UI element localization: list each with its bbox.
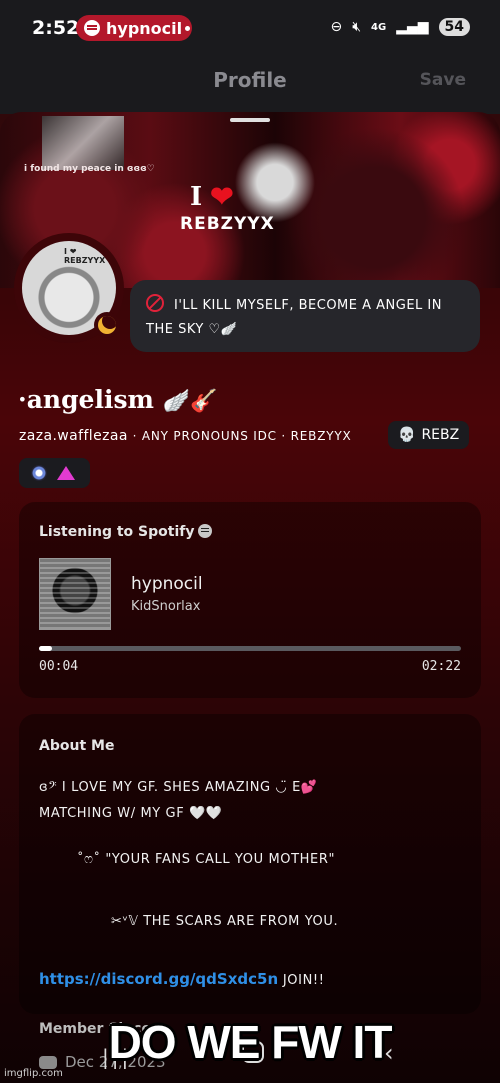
spotify-logo-icon: [198, 524, 213, 538]
about-link-line: https://discord.gg/qdSxdc5n JOIN!!: [39, 970, 325, 988]
pronouns: · ANY PRONOUNS IDC · REBZYYX: [132, 429, 352, 443]
server-tag[interactable]: 💀 REBZ: [388, 421, 470, 449]
banner-caption: i found my peace in ɞɞɞ♡: [24, 164, 155, 174]
banner-i: I: [190, 181, 203, 212]
about-line-3: ˚ෆ˚ "YOUR FANS CALL YOU MOTHER": [77, 852, 336, 867]
server-tag-label: REBZ: [421, 427, 460, 443]
battery-indicator: 54: [438, 18, 470, 36]
watermark: imgflip.com: [4, 1068, 63, 1079]
about-line-2: MATCHING W/ MY GF 🤍🤍: [39, 806, 223, 821]
duration-time: 02:22: [421, 659, 461, 674]
spotify-card[interactable]: Listening to Spotify hypnocil KidSnorlax…: [19, 502, 481, 698]
meme-caption: DO WE FW IT: [108, 1016, 393, 1068]
display-name-text: ·angelism: [18, 385, 154, 414]
profile-header: Profile Save: [0, 56, 500, 114]
spotify-icon: [84, 20, 100, 36]
progress-fill: [39, 646, 52, 651]
invite-link-suffix: JOIN!!: [282, 973, 325, 988]
badge-row: [19, 458, 90, 488]
clock: 2:52: [32, 17, 80, 39]
album-art[interactable]: [39, 558, 111, 630]
about-me-title: About Me: [39, 738, 115, 754]
no-smoking-icon: [146, 294, 164, 312]
orb-badge-icon[interactable]: [31, 465, 47, 481]
avatar-label: I ❤ REBZYYX: [64, 247, 106, 265]
system-icons: ⊖ 🔇︎ 4G ▂▄▆ 54: [330, 18, 470, 36]
now-playing-pill[interactable]: hypnocil: [76, 15, 193, 41]
banner-heart-text: I ❤: [190, 180, 234, 213]
custom-status-text: I'LL KILL MYSELF, BECOME A ANGEL IN THE …: [146, 298, 442, 337]
save-button[interactable]: Save: [420, 70, 466, 90]
elapsed-time: 00:04: [39, 659, 79, 674]
network-label: 4G: [371, 21, 387, 33]
notification-dot: [185, 26, 190, 31]
spotify-title-text: Listening to Spotify: [39, 524, 195, 540]
spotify-card-title: Listening to Spotify: [39, 524, 213, 540]
username-line: zaza.wafflezaa · ANY PRONOUNS IDC · REBZ…: [19, 428, 352, 444]
artist-name[interactable]: KidSnorlax: [131, 599, 200, 614]
invite-link[interactable]: https://discord.gg/qdSxdc5n: [39, 970, 278, 988]
mute-icon: 🔇︎: [352, 19, 362, 35]
now-playing-label: hypnocil: [106, 18, 183, 38]
banner-name: REBZYYX: [180, 214, 275, 234]
about-line-4: ✂ᵛ𝕍 THE SCARS ARE FROM YOU.: [111, 914, 339, 929]
skull-icon: 💀: [398, 427, 416, 443]
progress-bar: [39, 646, 461, 651]
banner-photo: [42, 116, 124, 170]
triangle-badge-icon[interactable]: [57, 466, 75, 480]
idle-status-icon: [94, 312, 120, 338]
status-bar: 2:52 hypnocil ⊖ 🔇︎ 4G ▂▄▆ 54: [0, 0, 500, 56]
about-line-1: ɞ𝄢 I LOVE MY GF. SHES AMAZING ◡̈ E💕: [39, 780, 318, 795]
about-me-card: About Me ɞ𝄢 I LOVE MY GF. SHES AMAZING ◡…: [19, 714, 481, 1014]
display-name: ·angelism 🪽🎸: [18, 385, 218, 414]
do-not-disturb-icon: ⊖: [330, 19, 343, 35]
username: zaza.wafflezaa: [19, 428, 128, 444]
display-name-decoration: 🪽🎸: [162, 388, 218, 414]
signal-icon: ▂▄▆: [396, 19, 429, 35]
custom-status-bubble[interactable]: I'LL KILL MYSELF, BECOME A ANGEL IN THE …: [130, 280, 480, 352]
heart-icon: ❤: [210, 180, 234, 213]
track-title[interactable]: hypnocil: [131, 574, 203, 594]
drag-handle[interactable]: [230, 118, 270, 122]
